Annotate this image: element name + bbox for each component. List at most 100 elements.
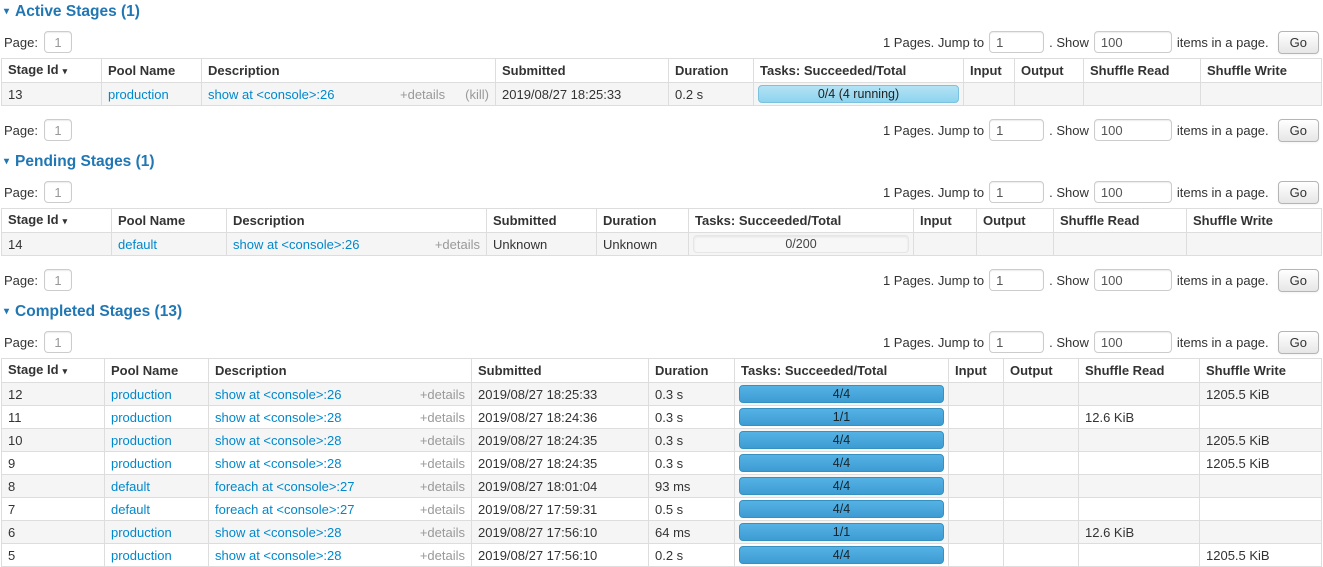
description-cell: show at <console>:26 +details [209,383,472,406]
pool-link[interactable]: production [111,410,172,425]
stage-description-link[interactable]: show at <console>:26 [208,87,334,102]
pool-link[interactable]: production [111,525,172,540]
col-submitted[interactable]: Submitted [472,359,649,383]
shuffle-write-cell: 1205.5 KiB [1200,544,1322,567]
show-items-input[interactable] [1094,119,1172,141]
stage-description-link[interactable]: show at <console>:26 [215,387,341,402]
show-items-input[interactable] [1094,31,1172,53]
stage-description-link[interactable]: show at <console>:28 [215,410,341,425]
description-cell: show at <console>:26 +details (kill) [202,83,496,106]
sort-arrow-icon: ▾ [63,66,68,76]
show-items-input[interactable] [1094,181,1172,203]
stage-description-link[interactable]: show at <console>:28 [215,456,341,471]
task-progress-bar: 4/4 [739,431,944,449]
details-toggle[interactable]: +details [420,456,465,471]
details-toggle[interactable]: +details [420,502,465,517]
completed-stages-table: Stage Id▾ Pool Name Description Submitte… [1,358,1322,567]
duration-cell: 0.2 s [649,544,735,567]
show-items-input[interactable] [1094,269,1172,291]
go-button[interactable]: Go [1278,181,1319,204]
col-stage-id[interactable]: Stage Id▾ [2,359,105,383]
show-label: . Show [1049,35,1089,50]
col-pool-name[interactable]: Pool Name [105,359,209,383]
col-duration[interactable]: Duration [669,59,754,83]
pool-link[interactable]: default [118,237,157,252]
table-header-row: Stage Id▾ Pool Name Description Submitte… [2,359,1322,383]
pool-link[interactable]: default [111,479,150,494]
input-cell [949,452,1004,475]
jump-to-input[interactable] [989,31,1044,53]
jump-to-input[interactable] [989,119,1044,141]
pool-link[interactable]: production [111,456,172,471]
stage-description-link[interactable]: foreach at <console>:27 [215,502,355,517]
submitted-cell: 2019/08/27 18:25:33 [472,383,649,406]
details-toggle[interactable]: +details [420,479,465,494]
col-stage-id[interactable]: Stage Id▾ [2,59,102,83]
stage-description-link[interactable]: foreach at <console>:27 [215,479,355,494]
completed-stages-header[interactable]: ▾ Completed Stages (13) [4,304,1322,320]
col-duration[interactable]: Duration [649,359,735,383]
stage-description-link[interactable]: show at <console>:26 [233,237,359,252]
col-pool-name[interactable]: Pool Name [102,59,202,83]
go-button[interactable]: Go [1278,331,1319,354]
active-stages-header[interactable]: ▾ Active Stages (1) [4,4,1322,20]
col-description[interactable]: Description [209,359,472,383]
details-toggle[interactable]: +details [420,525,465,540]
col-output[interactable]: Output [1004,359,1079,383]
page-label: Page: [4,123,38,138]
col-submitted[interactable]: Submitted [496,59,669,83]
col-output[interactable]: Output [1015,59,1084,83]
show-items-input[interactable] [1094,331,1172,353]
stage-id-cell: 5 [2,544,105,567]
col-description[interactable]: Description [202,59,496,83]
pool-link[interactable]: default [111,502,150,517]
duration-cell: 64 ms [649,521,735,544]
stage-description-link[interactable]: show at <console>:28 [215,525,341,540]
col-tasks[interactable]: Tasks: Succeeded/Total [735,359,949,383]
jump-to-input[interactable] [989,181,1044,203]
shuffle-read-cell [1054,233,1187,256]
pool-link[interactable]: production [108,87,169,102]
pool-link[interactable]: production [111,387,172,402]
stage-description-link[interactable]: show at <console>:28 [215,433,341,448]
col-input[interactable]: Input [949,359,1004,383]
col-shuffle-write[interactable]: Shuffle Write [1201,59,1322,83]
col-shuffle-read[interactable]: Shuffle Read [1054,209,1187,233]
pool-link[interactable]: production [111,433,172,448]
col-output[interactable]: Output [977,209,1054,233]
pending-stages-header[interactable]: ▾ Pending Stages (1) [4,154,1322,170]
col-shuffle-write[interactable]: Shuffle Write [1200,359,1322,383]
col-input[interactable]: Input [964,59,1015,83]
page-input[interactable] [44,31,72,53]
col-input[interactable]: Input [914,209,977,233]
go-button[interactable]: Go [1278,31,1319,54]
output-cell [1004,383,1079,406]
details-toggle[interactable]: +details [400,87,445,102]
col-pool-name[interactable]: Pool Name [112,209,227,233]
details-toggle[interactable]: +details [420,387,465,402]
tasks-cell: 4/4 [735,429,949,452]
page-input[interactable] [44,119,72,141]
col-shuffle-read[interactable]: Shuffle Read [1084,59,1201,83]
col-submitted[interactable]: Submitted [487,209,597,233]
col-duration[interactable]: Duration [597,209,689,233]
details-toggle[interactable]: +details [420,433,465,448]
page-input[interactable] [44,181,72,203]
submitted-cell: 2019/08/27 17:56:10 [472,544,649,567]
page-input[interactable] [44,331,72,353]
col-tasks[interactable]: Tasks: Succeeded/Total [754,59,964,83]
kill-link[interactable]: (kill) [465,87,489,102]
col-tasks[interactable]: Tasks: Succeeded/Total [689,209,914,233]
go-button[interactable]: Go [1278,269,1319,292]
jump-to-input[interactable] [989,269,1044,291]
details-toggle[interactable]: +details [420,410,465,425]
page-input[interactable] [44,269,72,291]
col-shuffle-write[interactable]: Shuffle Write [1187,209,1322,233]
col-stage-id[interactable]: Stage Id▾ [2,209,112,233]
col-description[interactable]: Description [227,209,487,233]
pending-top-pagination: Page: 1 Pages. Jump to . Show items in a… [4,181,1319,203]
jump-to-input[interactable] [989,331,1044,353]
details-toggle[interactable]: +details [435,237,480,252]
col-shuffle-read[interactable]: Shuffle Read [1079,359,1200,383]
go-button[interactable]: Go [1278,119,1319,142]
